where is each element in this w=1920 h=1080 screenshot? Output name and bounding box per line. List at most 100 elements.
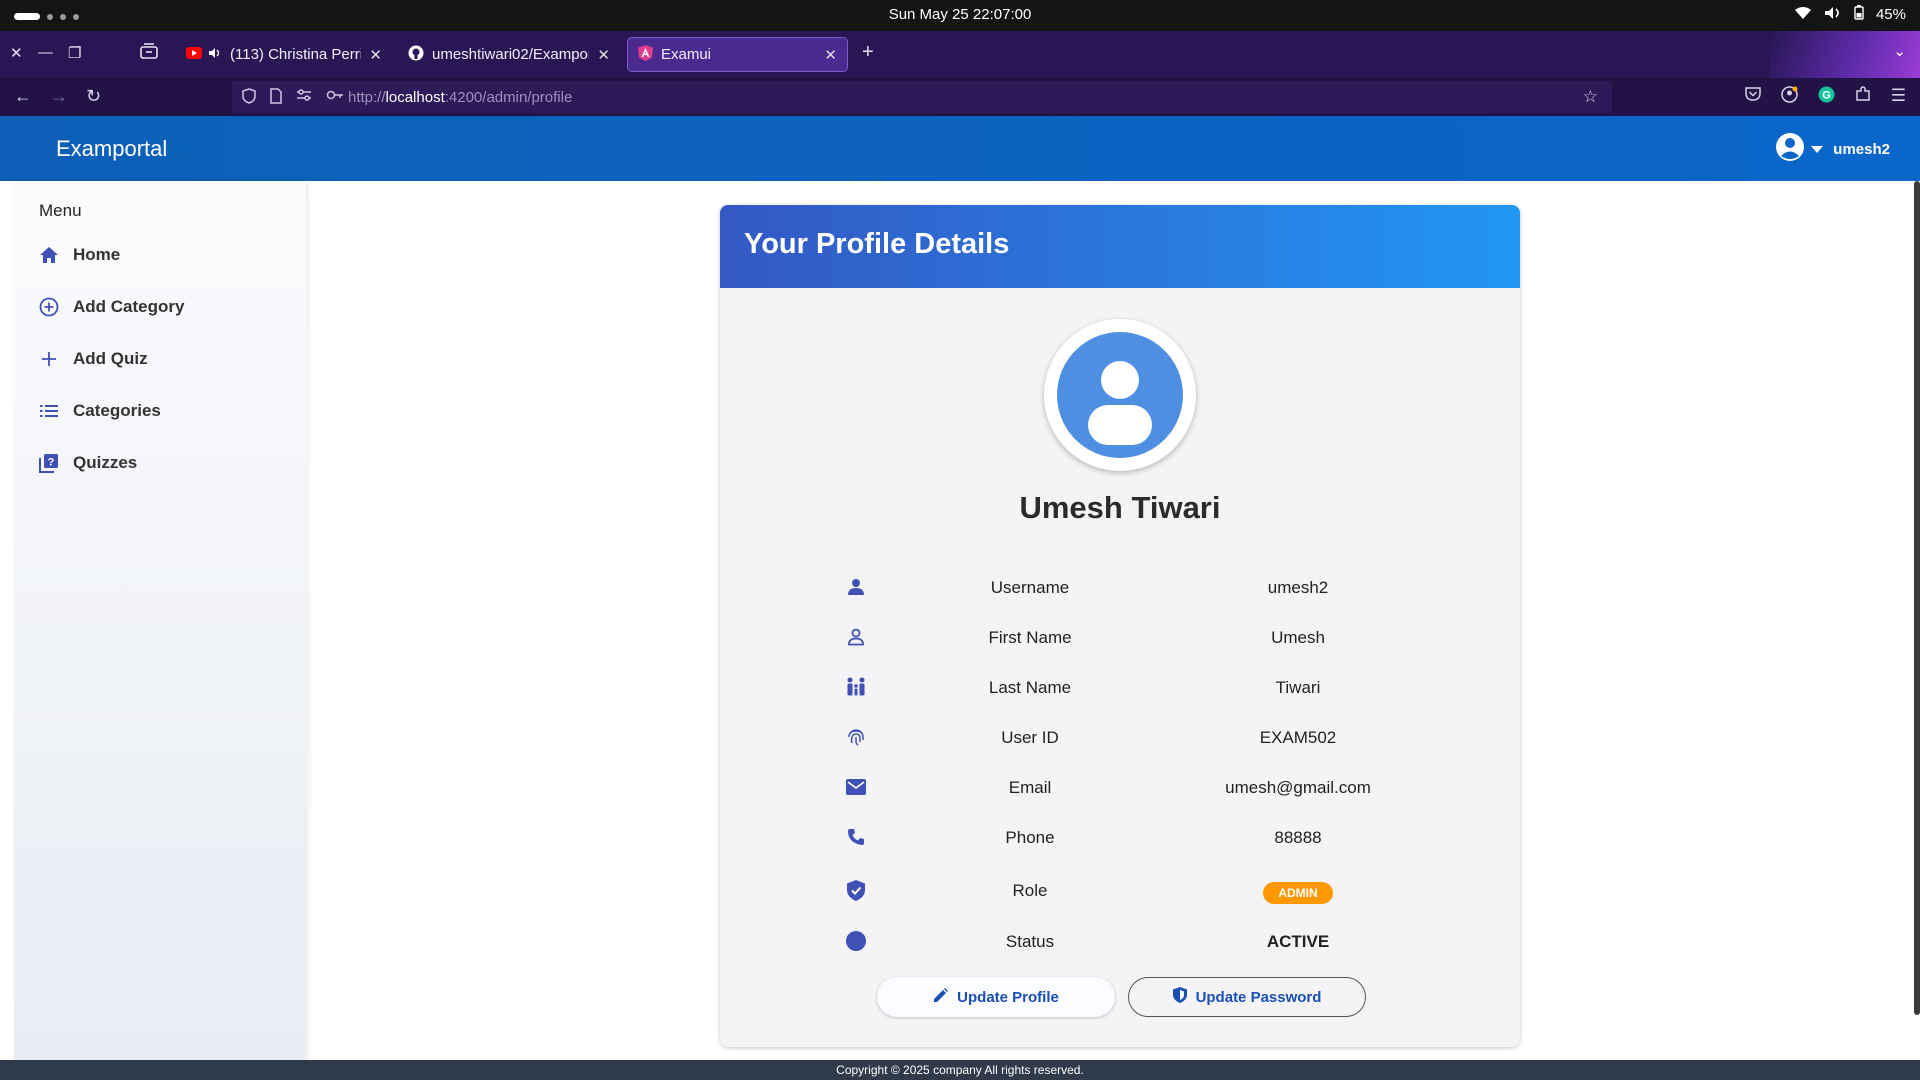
- hamburger-menu-icon[interactable]: ☰: [1891, 86, 1906, 108]
- sidebar: Menu Home Add Category Add Quiz Categori…: [14, 181, 306, 1061]
- detail-value: Tiwari: [1275, 678, 1321, 697]
- profile-card-header: Your Profile Details: [720, 205, 1520, 288]
- tab-close-icon[interactable]: ✕: [369, 46, 382, 64]
- detail-row-last-name: Last Name Tiwari: [720, 672, 1520, 702]
- svg-text:?: ?: [48, 457, 55, 469]
- volume-icon: [1824, 6, 1842, 24]
- detail-label: Email: [1008, 778, 1052, 797]
- page-info-icon[interactable]: [270, 88, 282, 108]
- fingerprint-icon: [844, 725, 868, 749]
- wifi-icon: [1794, 6, 1812, 24]
- browser-tab-strip: ✕ — ❐ (113) Christina Perri - A Thousand…: [0, 31, 1920, 78]
- person-outline-icon: [844, 625, 868, 649]
- tab-github[interactable]: umeshtiwari02/Examportal ✕: [398, 37, 620, 72]
- detail-label: Role: [1012, 881, 1048, 900]
- tab-overview-icon[interactable]: [140, 43, 158, 63]
- battery-icon: [1854, 5, 1864, 24]
- app-brand[interactable]: Examportal: [56, 136, 167, 162]
- new-tab-icon[interactable]: +: [862, 41, 874, 64]
- tab-audio-icon[interactable]: [208, 46, 222, 63]
- security-shield-icon: [1172, 987, 1187, 1007]
- detail-row-phone: Phone 88888: [720, 822, 1520, 852]
- status-value: ACTIVE: [1266, 932, 1330, 951]
- tab-youtube[interactable]: (113) Christina Perri - A Thousand Years…: [176, 37, 392, 72]
- extensions-icon[interactable]: [1855, 86, 1871, 108]
- bookmark-star-icon[interactable]: ☆: [1583, 87, 1598, 107]
- user-menu[interactable]: umesh2: [1775, 132, 1890, 166]
- detail-value: umesh2: [1267, 578, 1329, 597]
- sidebar-item-label: Add Quiz: [73, 349, 148, 368]
- back-arrow-icon[interactable]: ←: [14, 86, 32, 107]
- os-clock[interactable]: Sun May 25 22:07:00: [0, 6, 1920, 23]
- sidebar-item-label: Categories: [73, 401, 161, 420]
- pencil-icon: [933, 987, 949, 1007]
- sidebar-item-home[interactable]: Home: [39, 245, 120, 265]
- tracking-shield-icon[interactable]: [242, 88, 256, 108]
- sidebar-item-add-category[interactable]: Add Category: [39, 297, 184, 317]
- svg-text:G: G: [1822, 90, 1831, 102]
- header-username: umesh2: [1833, 140, 1890, 158]
- menu-title: Menu: [39, 201, 82, 220]
- pocket-icon[interactable]: [1745, 86, 1761, 108]
- phone-icon: [844, 825, 868, 849]
- sidebar-item-add-quiz[interactable]: Add Quiz: [39, 349, 148, 369]
- permissions-icon[interactable]: [296, 88, 312, 108]
- account-icon[interactable]: [1781, 86, 1798, 108]
- detail-row-email: Email umesh@gmail.com: [720, 772, 1520, 802]
- page-scrollbar[interactable]: [1914, 181, 1920, 1015]
- detail-row-user-id: User ID EXAM502: [720, 722, 1520, 752]
- url-text[interactable]: http://localhost:4200/admin/profile: [348, 89, 572, 106]
- add-circle-icon: [39, 297, 59, 317]
- quiz-icon: ?: [39, 453, 59, 473]
- person-avatar-icon: [1088, 361, 1152, 445]
- window-close-icon[interactable]: ✕: [10, 44, 23, 62]
- url-bar[interactable]: http://localhost:4200/admin/profile ☆: [232, 81, 1612, 113]
- role-value: ADMIN: [1193, 882, 1403, 904]
- update-password-button[interactable]: Update Password: [1128, 977, 1366, 1017]
- detail-value: 88888: [1274, 828, 1322, 847]
- detail-label: User ID: [1001, 728, 1059, 747]
- sidebar-item-quizzes[interactable]: ? Quizzes: [39, 453, 137, 473]
- sidebar-item-categories[interactable]: Categories: [39, 401, 161, 421]
- detail-label: Status: [1005, 932, 1055, 951]
- app-header: Examportal umesh2: [0, 116, 1920, 181]
- family-icon: [844, 675, 868, 699]
- email-icon: [844, 775, 868, 799]
- sidebar-item-label: Home: [73, 245, 121, 264]
- grammarly-icon[interactable]: G: [1818, 86, 1835, 108]
- button-label: Update Profile: [957, 988, 1059, 1006]
- list-icon: [39, 401, 59, 421]
- circle-icon: [844, 929, 868, 953]
- account-circle-icon: [1775, 132, 1805, 166]
- tab-title: Examui: [661, 46, 712, 63]
- plus-icon: [39, 349, 59, 369]
- key-icon[interactable]: [326, 88, 344, 108]
- role-badge: ADMIN: [1263, 882, 1333, 904]
- detail-value: Umesh: [1271, 628, 1325, 647]
- tab-list-chevron-icon[interactable]: ⌄: [1893, 42, 1906, 60]
- profile-name: Umesh Tiwari: [1019, 490, 1221, 525]
- window-minimize-icon[interactable]: —: [38, 44, 53, 61]
- avatar: [1044, 319, 1196, 471]
- forward-arrow-icon[interactable]: →: [50, 86, 68, 107]
- footer: Copyright © 2025 company All rights rese…: [0, 1060, 1920, 1080]
- update-profile-button[interactable]: Update Profile: [877, 977, 1115, 1017]
- detail-label: Last Name: [988, 678, 1072, 697]
- reload-icon[interactable]: ↻: [86, 86, 101, 107]
- profile-card: Your Profile Details Umesh Tiwari Userna…: [720, 205, 1520, 1047]
- tab-close-icon[interactable]: ✕: [597, 46, 610, 64]
- detail-row-role: Role ADMIN: [720, 875, 1520, 905]
- angular-icon: [638, 44, 653, 65]
- detail-row-status: Status ACTIVE: [720, 926, 1520, 956]
- tab-title: umeshtiwari02/Examportal: [432, 46, 589, 63]
- os-status-area[interactable]: 45%: [1794, 5, 1906, 24]
- tab-close-icon[interactable]: ✕: [824, 46, 837, 64]
- tab-examui[interactable]: Examui ✕: [627, 37, 848, 72]
- youtube-icon: [186, 46, 202, 63]
- profile-title: Your Profile Details: [744, 228, 1010, 260]
- person-icon: [844, 575, 868, 599]
- detail-row-first-name: First Name Umesh: [720, 622, 1520, 652]
- sidebar-item-label: Add Category: [73, 297, 185, 316]
- shield-check-icon: [844, 878, 868, 902]
- window-restore-icon[interactable]: ❐: [68, 44, 81, 62]
